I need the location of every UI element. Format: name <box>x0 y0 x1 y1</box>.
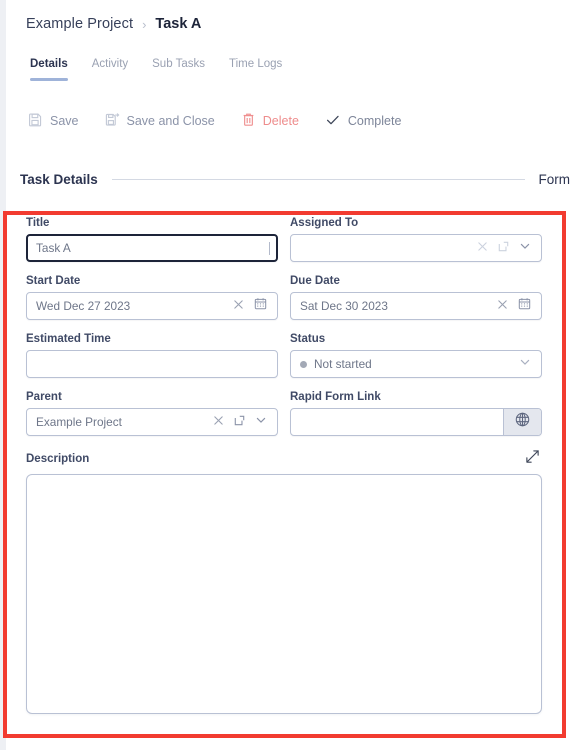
chevron-down-icon[interactable] <box>519 355 531 373</box>
complete-label: Complete <box>347 114 402 128</box>
content-area: Example Project › Task A Details Activit… <box>6 0 570 750</box>
status-icons <box>519 355 535 373</box>
action-toolbar: Save Save and Close Delete Complete <box>6 100 570 142</box>
description-label: Description <box>26 453 90 465</box>
chevron-down-icon[interactable] <box>255 413 267 431</box>
check-icon <box>325 112 341 131</box>
save-and-close-button[interactable]: Save and Close <box>105 112 215 130</box>
field-assigned-to: Assigned To <box>290 217 542 262</box>
field-parent: Parent Example Project <box>26 391 278 436</box>
chevron-right-icon: › <box>142 16 147 32</box>
due-date-label: Due Date <box>290 275 340 287</box>
complete-button[interactable]: Complete <box>325 112 402 131</box>
delete-button[interactable]: Delete <box>241 112 299 130</box>
status-dot-icon <box>300 360 307 368</box>
parent-icons <box>213 413 271 431</box>
due-date-input[interactable]: Sat Dec 30 2023 <box>290 292 542 320</box>
app-page: Example Project › Task A Details Activit… <box>0 0 570 750</box>
popout-icon[interactable] <box>234 413 245 431</box>
rapid-form-link-input[interactable] <box>290 408 542 436</box>
delete-label: Delete <box>262 114 299 128</box>
popout-icon[interactable] <box>498 239 509 257</box>
clear-x-icon[interactable] <box>213 413 224 431</box>
save-and-close-label: Save and Close <box>126 114 215 128</box>
clear-x-icon[interactable] <box>233 297 244 315</box>
parent-label: Parent <box>26 391 62 403</box>
status-select[interactable]: Not started <box>290 350 542 378</box>
tab-activity[interactable]: Activity <box>80 50 140 81</box>
tab-time-logs[interactable]: Time Logs <box>217 50 294 81</box>
due-date-value: Sat Dec 30 2023 <box>300 299 388 313</box>
field-due-date: Due Date Sat Dec 30 2023 <box>290 275 542 320</box>
parent-input[interactable]: Example Project <box>26 408 278 436</box>
field-start-date: Start Date Wed Dec 27 2023 <box>26 275 278 320</box>
form-row-description: Description <box>26 449 556 714</box>
save-button[interactable]: Save <box>28 112 79 130</box>
form-row-time-status: Estimated Time Status Not started <box>26 333 556 378</box>
tab-sub-tasks[interactable]: Sub Tasks <box>140 50 217 81</box>
tab-details[interactable]: Details <box>18 50 80 81</box>
parent-value: Example Project <box>36 415 122 429</box>
start-date-input[interactable]: Wed Dec 27 2023 <box>26 292 278 320</box>
estimated-time-input[interactable] <box>26 350 278 378</box>
assigned-to-input[interactable] <box>290 234 542 262</box>
breadcrumb: Example Project › Task A <box>6 2 570 46</box>
field-rapid-form-link: Rapid Form Link <box>290 391 542 436</box>
section-divider <box>111 178 525 180</box>
section-title: Task Details <box>20 171 98 187</box>
tab-bar: Details Activity Sub Tasks Time Logs <box>6 50 570 86</box>
task-details-form: Title Task A Assigned To Start Date Wed … <box>12 211 570 738</box>
page-title: Task A <box>155 16 202 32</box>
form-row-title: Title Task A Assigned To <box>26 217 556 262</box>
floppy-disk-icon <box>28 112 43 130</box>
floppy-disk-arrow-icon <box>105 112 120 130</box>
title-input[interactable]: Task A <box>26 234 278 262</box>
trash-icon <box>241 112 256 130</box>
description-label-row: Description <box>26 449 542 469</box>
clear-x-icon[interactable] <box>477 239 488 257</box>
calendar-icon[interactable] <box>254 297 267 315</box>
due-date-icons <box>497 297 535 315</box>
text-cursor-icon <box>269 241 270 255</box>
start-date-icons <box>233 297 271 315</box>
status-value: Not started <box>314 357 372 371</box>
rapid-form-link-label: Rapid Form Link <box>290 391 381 403</box>
field-status: Status Not started <box>290 333 542 378</box>
field-title: Title Task A <box>26 217 278 262</box>
assigned-to-icons <box>477 239 535 257</box>
expand-diagonal-icon[interactable] <box>523 449 542 469</box>
start-date-value: Wed Dec 27 2023 <box>36 299 131 313</box>
description-textarea[interactable] <box>26 474 542 714</box>
field-estimated-time: Estimated Time <box>26 333 278 378</box>
estimated-time-label: Estimated Time <box>26 333 111 345</box>
assigned-to-label: Assigned To <box>290 217 359 229</box>
rapid-form-link-button[interactable] <box>503 409 541 435</box>
breadcrumb-parent-link[interactable]: Example Project <box>26 16 133 32</box>
form-row-dates: Start Date Wed Dec 27 2023 Due Date Sat … <box>26 275 556 320</box>
clear-x-icon[interactable] <box>497 297 508 315</box>
title-label: Title <box>26 217 50 229</box>
title-value: Task A <box>36 241 71 255</box>
section-right-title: Form <box>538 171 570 187</box>
section-header: Task Details Form <box>6 162 570 196</box>
chevron-down-icon[interactable] <box>519 239 531 257</box>
start-date-label: Start Date <box>26 275 81 287</box>
form-row-parent-link: Parent Example Project Rapid Form Link <box>26 391 556 436</box>
calendar-icon[interactable] <box>518 297 531 315</box>
save-label: Save <box>50 114 79 128</box>
globe-icon <box>514 411 531 433</box>
status-label: Status <box>290 333 326 345</box>
field-description: Description <box>26 449 542 714</box>
